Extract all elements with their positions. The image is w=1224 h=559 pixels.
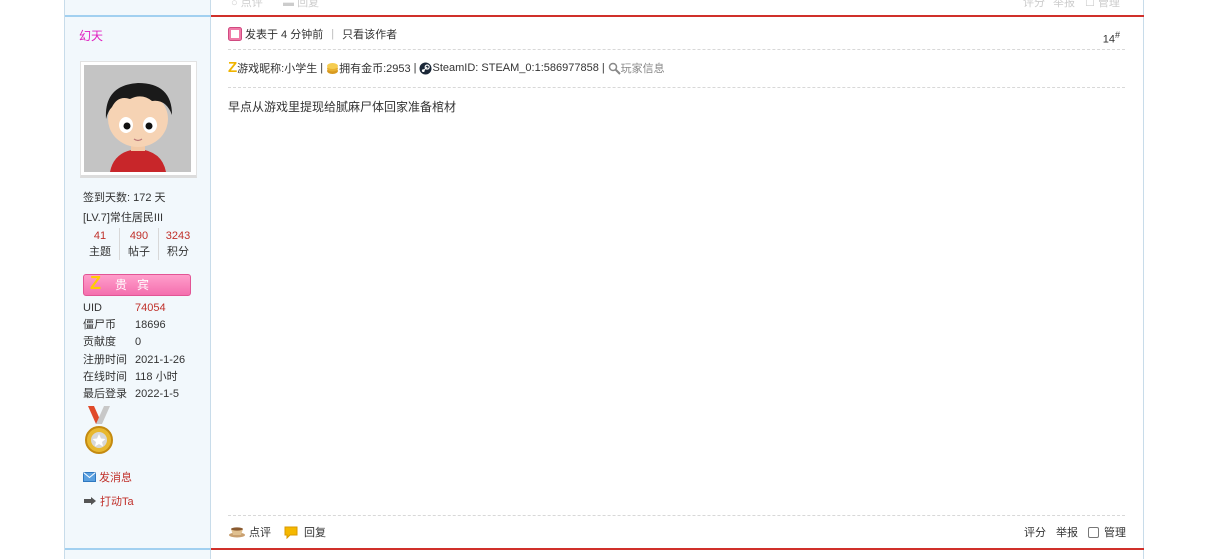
prev-report-button[interactable]: 举报	[1053, 0, 1075, 10]
post-container: 幻天 签到天数: 172 天 [LV.7]常住居民III 41 主题 490 帖…	[64, 0, 1144, 559]
post-main: ○ 点评 ▬ 回复 评分 举报 ☐ 管理 发表于 4 分钟前 | 只看该作者 1…	[211, 0, 1144, 559]
info-row-contribution: 贡献度 0	[83, 336, 142, 349]
vip-badge: Z 贵宾	[83, 273, 191, 296]
author-only-link[interactable]: 只看该作者	[342, 26, 397, 42]
author-name-link[interactable]: 幻天	[79, 27, 103, 44]
comment-button[interactable]: 点评	[228, 524, 271, 540]
z-logo-icon: Z	[228, 59, 238, 76]
info-row-coins: 僵尸币 18696	[83, 319, 166, 332]
send-message-link[interactable]: 发消息	[83, 469, 132, 485]
manage-checkbox[interactable]	[1088, 526, 1099, 538]
info-row-registered: 注册时间 2021-1-26	[83, 353, 186, 366]
stat-topics[interactable]: 41 主题	[81, 228, 120, 260]
user-info-list: UID 74054 僵尸币 18696 贡献度 0 注册时间 2021-1-26…	[83, 300, 185, 403]
game-nickname: 游戏昵称:小学生	[237, 63, 318, 75]
floor-number[interactable]: 14#	[1103, 30, 1120, 46]
prev-rate-button[interactable]: 评分	[1023, 0, 1045, 10]
vip-logo-icon: Z	[90, 273, 101, 293]
info-row-last-login: 最后登录 2022-1-5	[83, 387, 180, 400]
divider	[228, 87, 1125, 88]
user-level[interactable]: [LV.7]常住居民III	[83, 209, 163, 225]
avatar[interactable]	[80, 61, 197, 178]
checkin-days: 签到天数: 172 天	[83, 192, 166, 204]
stat-points[interactable]: 3243 积分	[159, 228, 197, 260]
info-row-uid: UID 74054	[83, 300, 185, 317]
prev-comment-button[interactable]: ○ 点评	[231, 0, 263, 10]
user-stats: 41 主题 490 帖子 3243 积分	[81, 228, 197, 260]
online-status-icon	[228, 27, 242, 41]
player-info-link[interactable]: 玩家信息	[621, 60, 665, 76]
prev-manage-checkbox[interactable]: ☐ 管理	[1085, 0, 1120, 10]
post-time: 发表于 4 分钟前	[245, 29, 324, 41]
post-top-border	[211, 15, 1144, 17]
divider	[65, 548, 211, 550]
magnifier-icon	[608, 62, 621, 75]
divider	[228, 49, 1125, 50]
uid-link[interactable]: 74054	[135, 300, 166, 317]
manage-label[interactable]: 管理	[1104, 524, 1126, 540]
info-row-online: 在线时间 118 小时	[83, 370, 178, 383]
teacup-icon	[229, 527, 245, 538]
avatar-image	[84, 65, 191, 172]
coin-icon	[327, 62, 339, 74]
poke-hand-icon	[84, 497, 96, 505]
speech-bubble-icon	[284, 526, 298, 539]
poke-link[interactable]: 打动Ta	[83, 493, 134, 509]
game-info-bar: Z 游戏昵称:小学生 | 拥有金币:2953 | SteamID: STEAM_…	[228, 59, 665, 76]
reply-button[interactable]: 回复	[284, 524, 326, 540]
post-content: 早点从游戏里提现给腻麻尸体回家准备棺材	[228, 100, 457, 114]
prev-reply-button[interactable]: ▬ 回复	[283, 0, 319, 10]
author-sidebar: 幻天 签到天数: 172 天 [LV.7]常住居民III 41 主题 490 帖…	[65, 0, 211, 559]
post-bottom-border	[211, 548, 1144, 550]
steam-icon	[419, 62, 432, 74]
coin-count: 拥有金币:2953	[339, 63, 411, 75]
post-actions-left: 点评 回复	[228, 524, 326, 540]
vip-label: 贵宾	[114, 278, 159, 292]
divider	[65, 15, 211, 17]
post-meta: 发表于 4 分钟前 | 只看该作者	[228, 26, 397, 42]
envelope-icon	[83, 472, 96, 482]
report-button[interactable]: 举报	[1056, 524, 1078, 540]
medal-icon[interactable]	[84, 406, 114, 456]
steam-id: SteamID: STEAM_0:1:586977858	[432, 62, 599, 74]
stat-posts[interactable]: 490 帖子	[120, 228, 159, 260]
divider	[228, 515, 1125, 516]
post-actions-right: 评分 举报 管理	[1024, 524, 1126, 540]
rate-button[interactable]: 评分	[1024, 524, 1046, 540]
